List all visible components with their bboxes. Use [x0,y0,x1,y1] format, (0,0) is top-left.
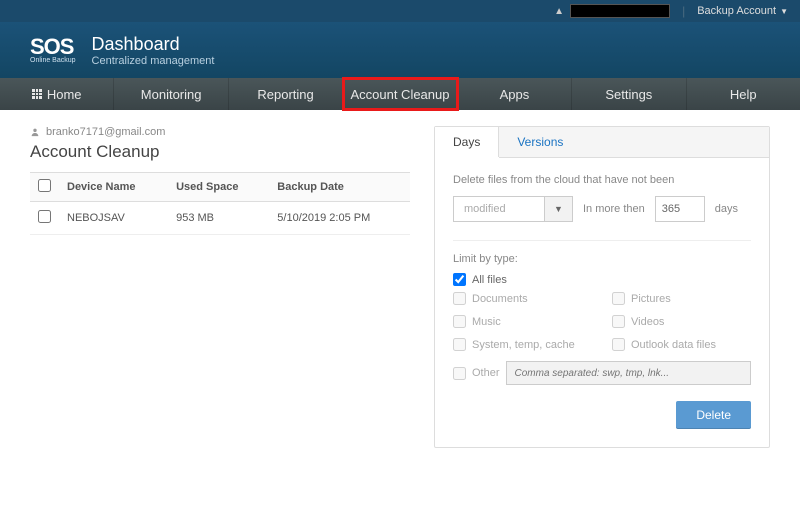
opt-videos[interactable]: Videos [612,315,751,328]
nav-monitoring[interactable]: Monitoring [114,78,228,110]
modified-select[interactable]: modified ▼ [453,196,573,222]
table-row[interactable]: NEBOJSAV 953 MB 5/10/2019 2:05 PM [30,202,410,235]
cell-device: NEBOJSAV [59,202,168,235]
delete-button[interactable]: Delete [676,401,751,429]
chevron-down-icon[interactable]: ▼ [544,197,572,221]
filter-row: modified ▼ In more then days [453,196,751,222]
nav-home[interactable]: Home [0,78,114,110]
opt-pictures[interactable]: Pictures [612,292,751,305]
opt-outlook[interactable]: Outlook data files [612,338,751,351]
days-suffix: days [715,203,738,215]
right-column: Days Versions Delete files from the clou… [434,126,770,448]
dropdown-arrow-icon: ▼ [780,7,788,16]
delete-button-label: Delete [696,408,731,422]
select-value: modified [454,203,544,215]
row-checkbox[interactable] [38,210,51,223]
nav-apps-label: Apps [500,87,530,102]
system-label: System, temp, cache [472,339,575,351]
nav-settings[interactable]: Settings [572,78,686,110]
tabs: Days Versions [435,127,769,158]
nav-apps[interactable]: Apps [458,78,572,110]
backup-account-link[interactable]: Backup Account ▼ [697,5,788,17]
pictures-checkbox[interactable] [612,292,625,305]
nav-reporting[interactable]: Reporting [229,78,343,110]
documents-label: Documents [472,293,528,305]
page-header-subtitle: Centralized management [92,55,215,67]
opt-documents[interactable]: Documents [453,292,592,305]
panel-body: Delete files from the cloud that have no… [435,158,769,447]
music-label: Music [472,316,501,328]
nav-help-label: Help [730,87,757,102]
cleanup-panel: Days Versions Delete files from the clou… [434,126,770,448]
page-title: Account Cleanup [30,142,410,162]
user-icon: ▲ [554,6,564,17]
other-checkbox[interactable] [453,367,466,380]
main-nav: Home Monitoring Reporting Account Cleanu… [0,78,800,110]
cell-space: 953 MB [168,202,269,235]
opt-system[interactable]: System, temp, cache [453,338,592,351]
col-space: Used Space [168,173,269,202]
col-date: Backup Date [269,173,410,202]
opt-other[interactable]: Other [453,361,751,385]
grid-icon [32,89,42,99]
file-type-options: Documents Pictures Music Videos System, … [453,292,751,385]
backup-account-label: Backup Account [697,5,776,17]
nav-help[interactable]: Help [687,78,800,110]
panel-actions: Delete [453,401,751,429]
header: SOS Online Backup Dashboard Centralized … [0,22,800,78]
user-email: branko7171@gmail.com [46,126,165,138]
top-bar: ▲ | Backup Account ▼ [0,0,800,22]
user-name-box [570,4,670,18]
nav-home-label: Home [47,87,82,102]
documents-checkbox[interactable] [453,292,466,305]
tab-versions-label: Versions [517,135,563,149]
logo-main: SOS [30,36,76,58]
tab-days[interactable]: Days [435,127,499,157]
music-checkbox[interactable] [453,315,466,328]
select-all-checkbox[interactable] [38,179,51,192]
nav-monitoring-label: Monitoring [141,87,202,102]
system-checkbox[interactable] [453,338,466,351]
more-than-label: In more then [583,203,645,215]
nav-reporting-label: Reporting [257,87,313,102]
logo: SOS Online Backup [30,36,76,64]
opt-all-files[interactable]: All files [453,273,751,286]
divider: | [682,4,685,18]
header-text: Dashboard Centralized management [92,34,215,67]
page-header-title: Dashboard [92,34,215,55]
cell-date: 5/10/2019 2:05 PM [269,202,410,235]
limit-by-type-label: Limit by type: [453,253,751,265]
videos-checkbox[interactable] [612,315,625,328]
content: branko7171@gmail.com Account Cleanup Dev… [0,110,800,478]
days-input[interactable] [655,196,705,222]
nav-account-cleanup[interactable]: Account Cleanup [343,78,457,110]
all-files-checkbox[interactable] [453,273,466,286]
outlook-label: Outlook data files [631,339,716,351]
outlook-checkbox[interactable] [612,338,625,351]
tab-days-label: Days [453,135,480,149]
breadcrumb-user: branko7171@gmail.com [30,126,410,138]
videos-label: Videos [631,316,664,328]
other-extensions-input[interactable] [506,361,751,385]
person-icon [30,127,40,137]
col-device: Device Name [59,173,168,202]
nav-settings-label: Settings [605,87,652,102]
opt-music[interactable]: Music [453,315,592,328]
delete-intro-text: Delete files from the cloud that have no… [453,174,751,186]
nav-cleanup-label: Account Cleanup [350,87,449,102]
logo-sub: Online Backup [30,57,76,64]
pictures-label: Pictures [631,293,671,305]
all-files-label: All files [472,274,507,286]
left-column: branko7171@gmail.com Account Cleanup Dev… [30,126,410,235]
tab-versions[interactable]: Versions [499,127,581,157]
devices-table: Device Name Used Space Backup Date NEBOJ… [30,172,410,235]
other-label: Other [472,367,500,379]
separator [453,240,751,241]
